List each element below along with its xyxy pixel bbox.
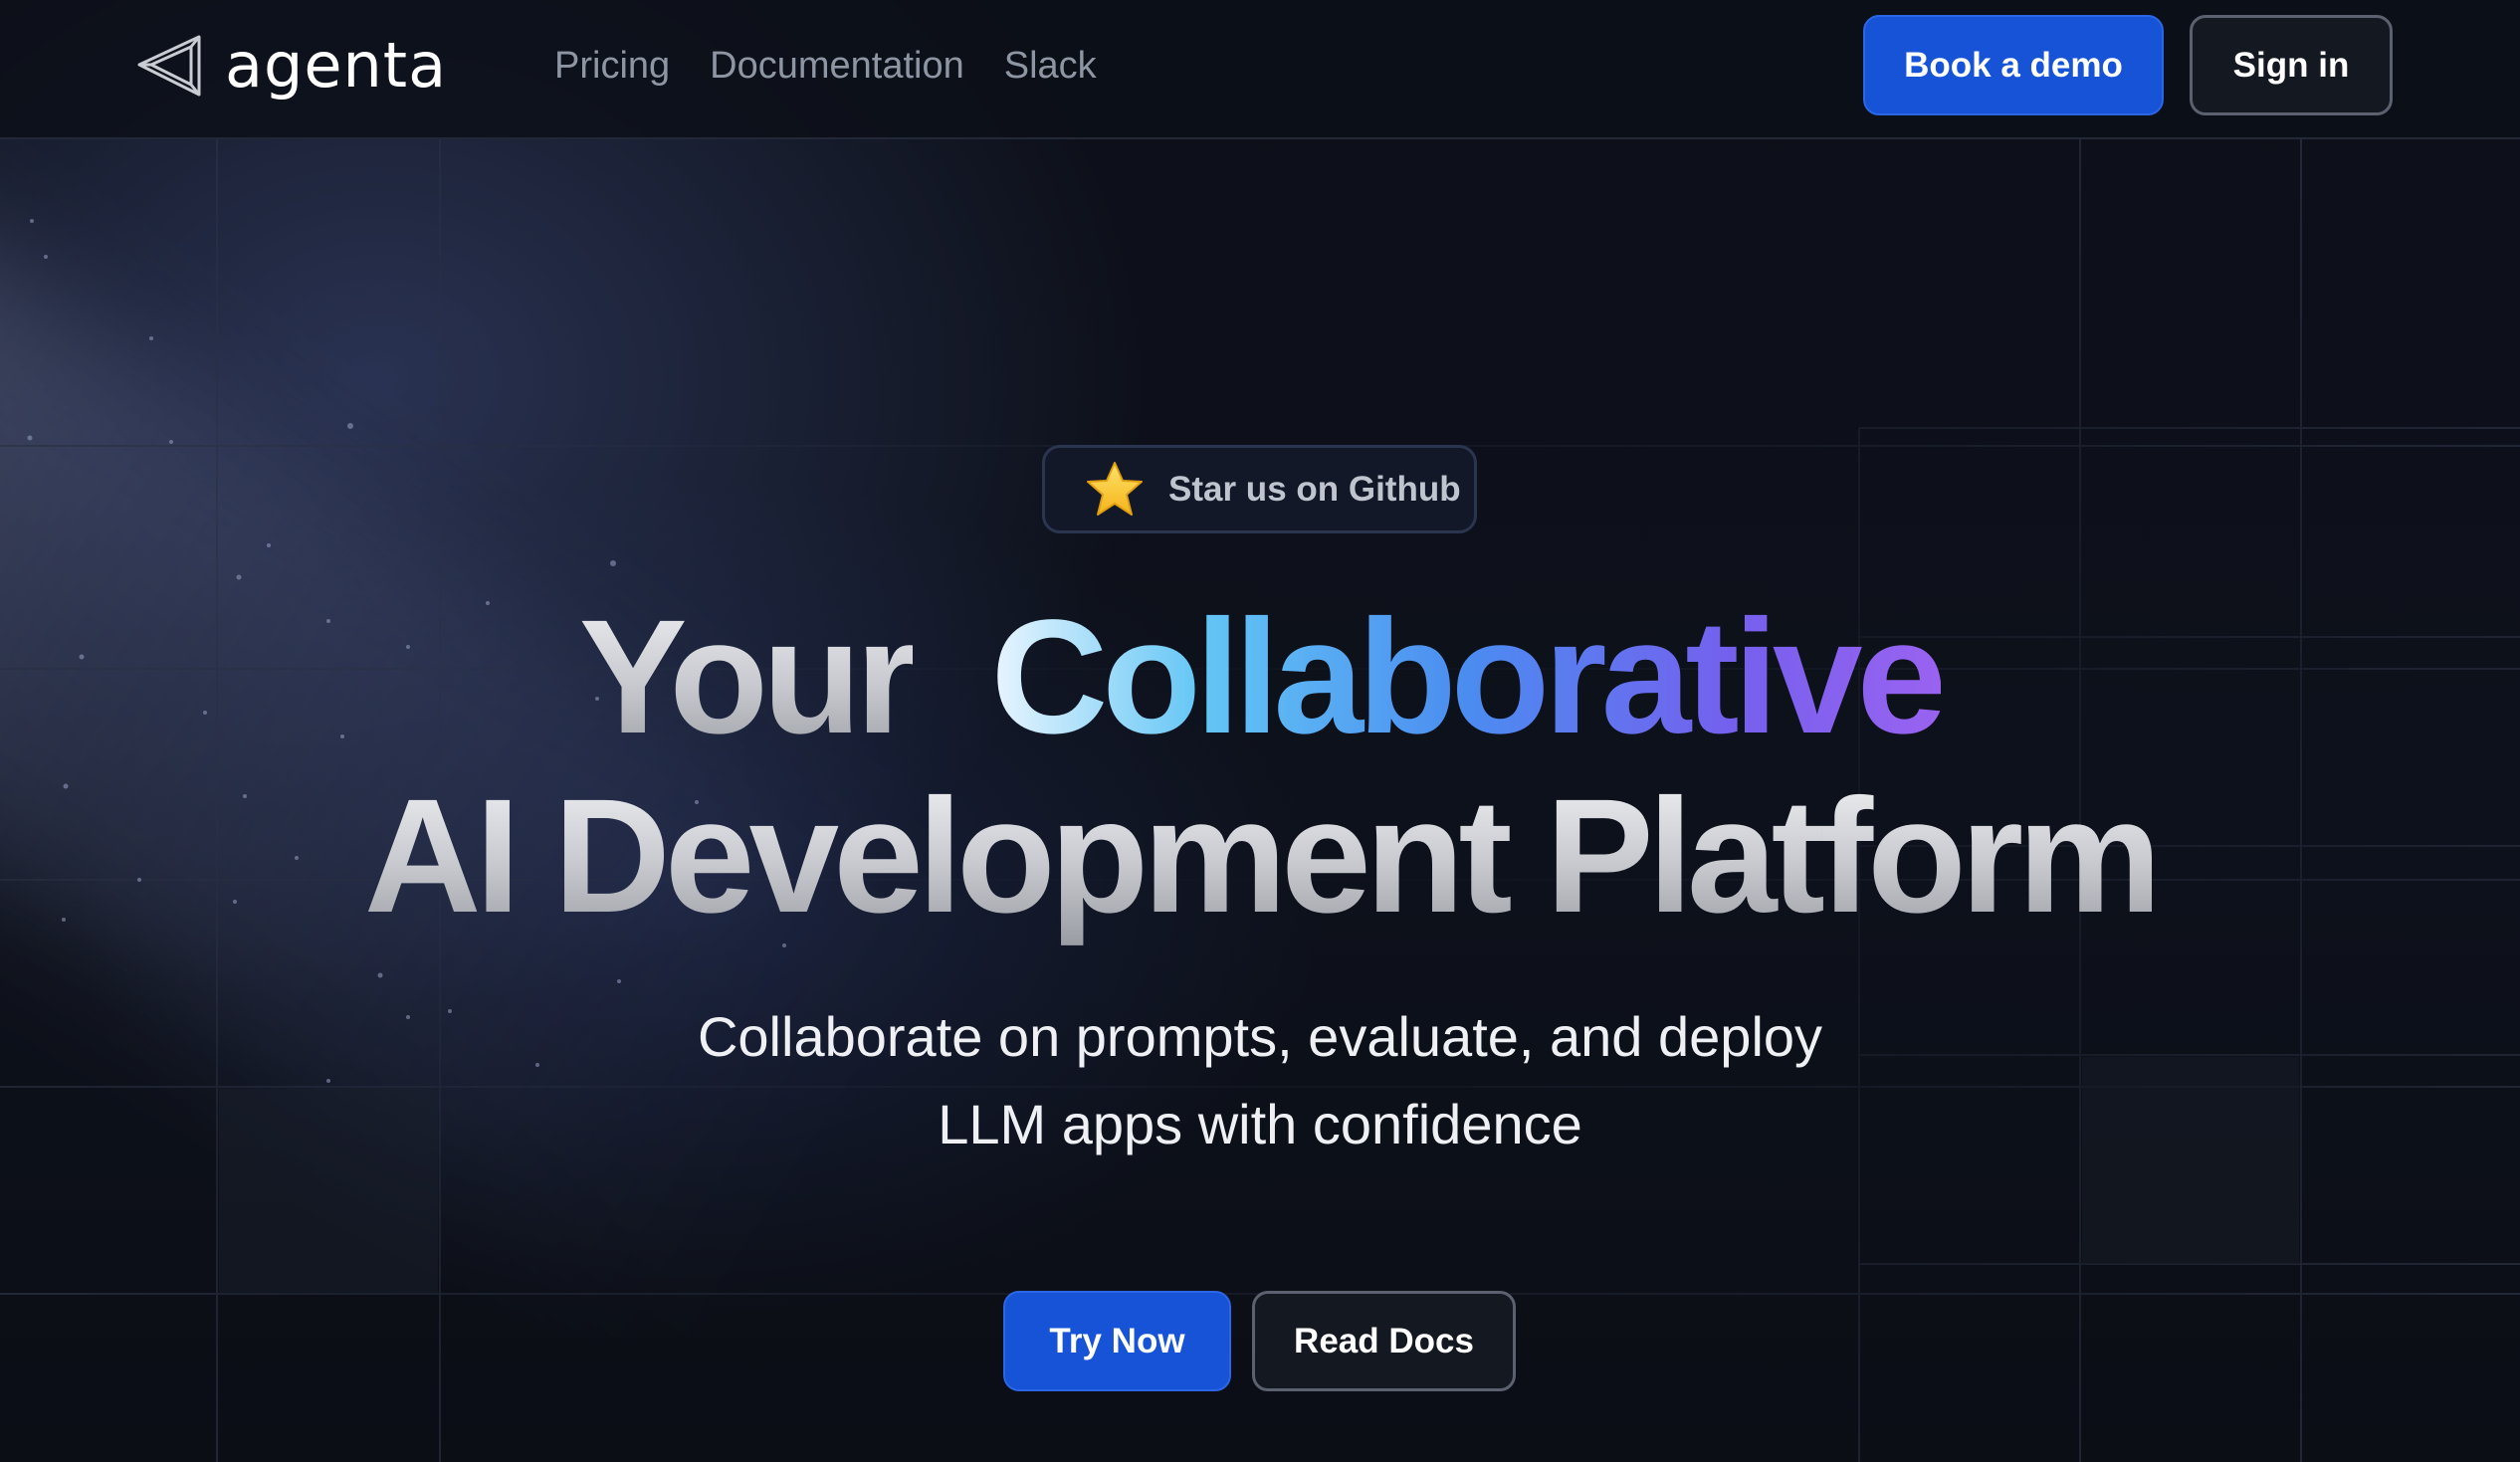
top-navigation: agenta Pricing Documentation Slack Book … (0, 0, 2520, 139)
hero-subtitle-line1: Collaborate on prompts, evaluate, and de… (697, 1005, 1823, 1068)
headline-your: Your (578, 585, 919, 767)
landing-page: agenta Pricing Documentation Slack Book … (0, 0, 2520, 1462)
headline-platform: AI Development Platform (363, 764, 2162, 946)
book-demo-button[interactable]: Book a demo (1863, 15, 2164, 115)
headline-collaborative: Collaborative (990, 585, 1948, 767)
try-now-button[interactable]: Try Now (1003, 1291, 1231, 1391)
hero-headline-line2: AI Development Platform (0, 774, 2520, 937)
brand-name: agenta (225, 29, 448, 102)
hero-subtitle-line2: LLM apps with confidence (938, 1093, 1582, 1155)
star-on-github-label: Star us on Github (1168, 469, 1461, 509)
sign-in-button[interactable]: Sign in (2190, 15, 2393, 115)
agenta-logo-icon (137, 35, 201, 97)
nav-link-documentation[interactable]: Documentation (710, 40, 964, 92)
brand-logo[interactable]: agenta (133, 28, 447, 104)
nav-link-slack[interactable]: Slack (1004, 40, 1097, 92)
star-on-github-button[interactable]: Star us on Github (1042, 445, 1477, 533)
nav-link-pricing[interactable]: Pricing (554, 40, 670, 92)
nav-links: Pricing Documentation Slack (554, 40, 1097, 92)
read-docs-button[interactable]: Read Docs (1252, 1291, 1516, 1391)
star-icon (1087, 461, 1143, 516)
hero-headline-line1: Your Collaborative (0, 595, 2520, 757)
